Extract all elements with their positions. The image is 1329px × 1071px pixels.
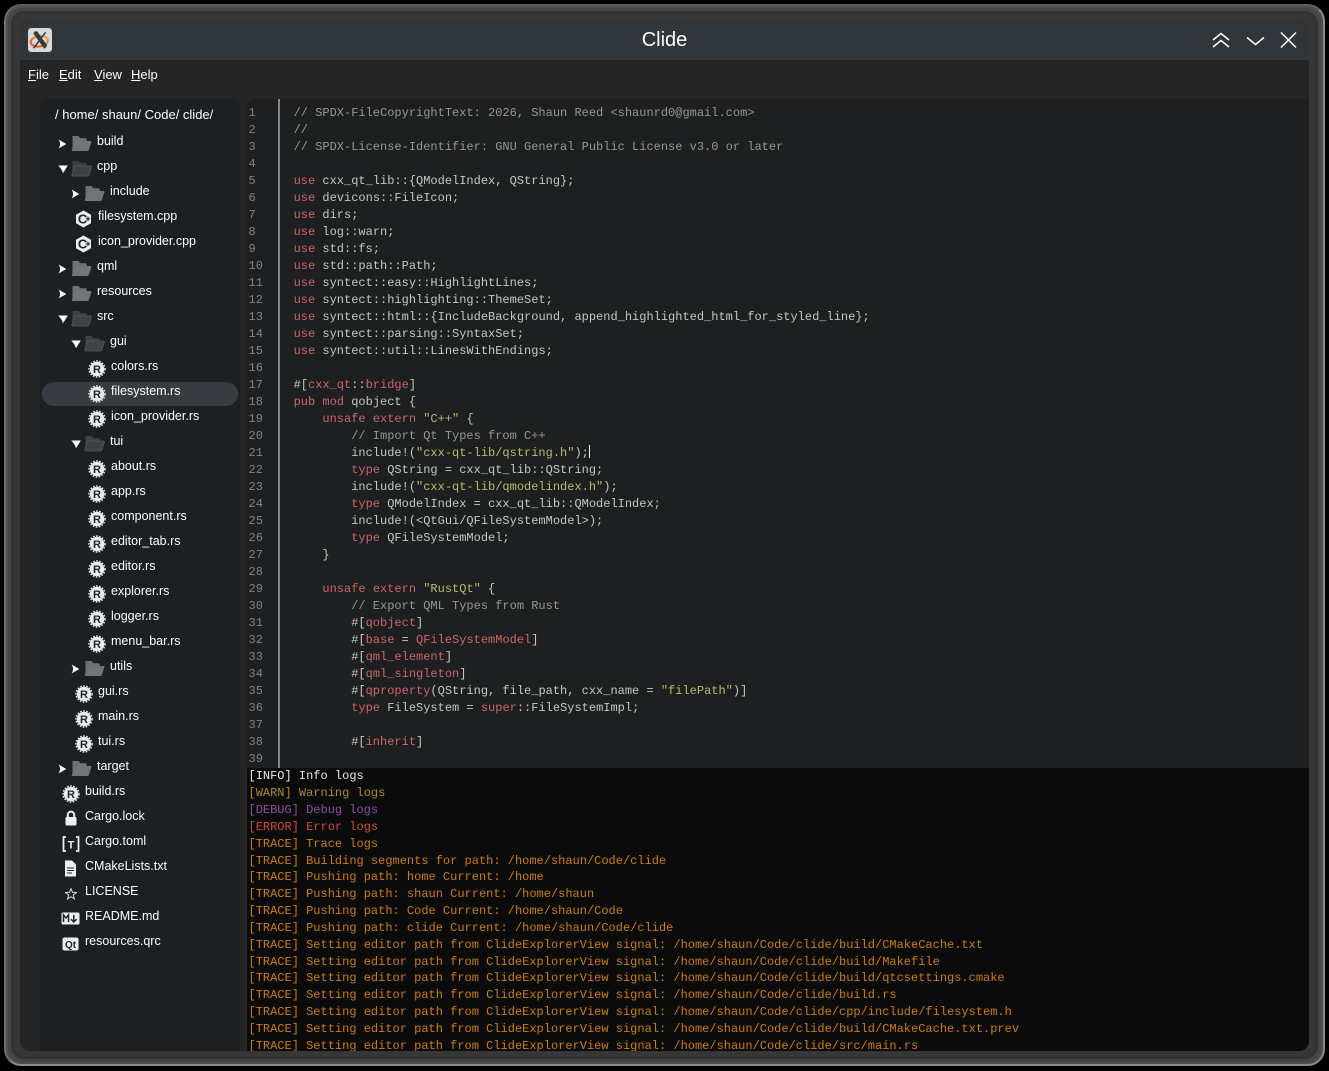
svg-text:R: R	[93, 538, 101, 550]
svg-text:R: R	[93, 463, 101, 475]
svg-text:R: R	[93, 588, 101, 600]
svg-text:R: R	[93, 488, 101, 500]
svg-text:R: R	[80, 713, 88, 725]
svg-text:R: R	[93, 638, 101, 650]
svg-text:R: R	[93, 563, 101, 575]
svg-text:R: R	[93, 388, 101, 400]
svg-text:R: R	[93, 363, 101, 375]
svg-text:R: R	[93, 413, 101, 425]
svg-text:R: R	[93, 613, 101, 625]
svg-text:R: R	[80, 738, 88, 750]
svg-text:T: T	[67, 839, 74, 851]
svg-text:R: R	[80, 688, 88, 700]
svg-text:R: R	[67, 788, 75, 800]
svg-text:R: R	[93, 513, 101, 525]
svg-text:Qt: Qt	[65, 939, 77, 950]
